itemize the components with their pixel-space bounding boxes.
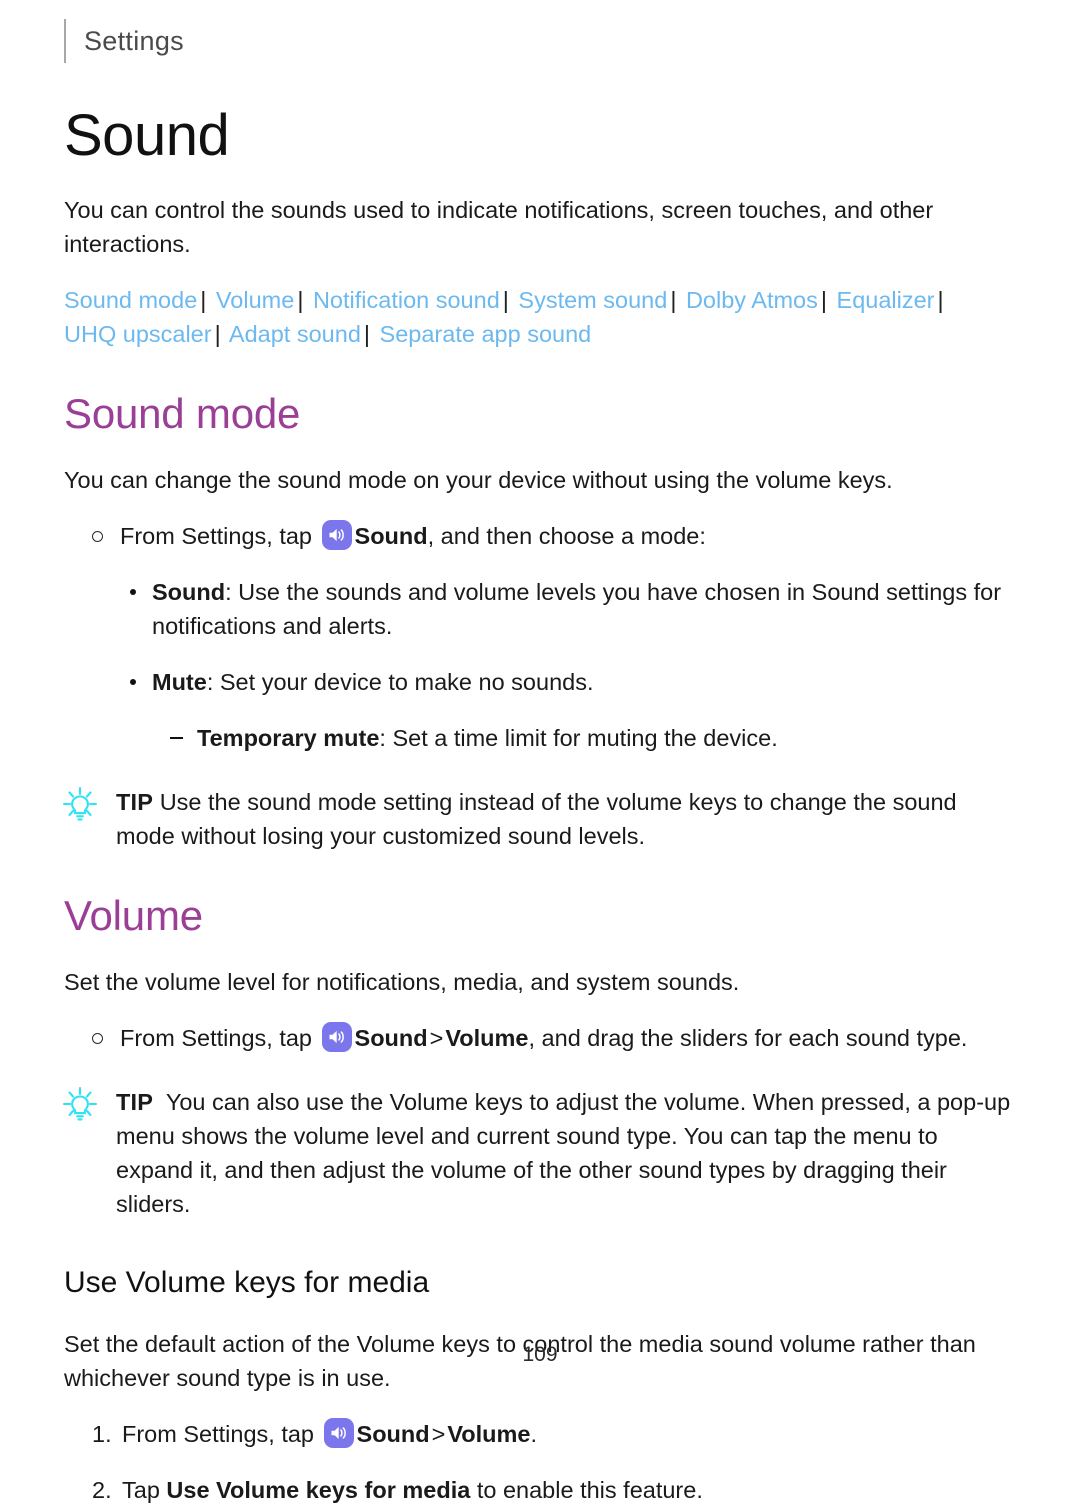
- document-page: Settings Sound You can control the sound…: [0, 0, 1080, 1503]
- step-number: 1.: [92, 1421, 112, 1448]
- sub-heading-use-volume-keys-for-media: Use Volume keys for media: [64, 1266, 430, 1300]
- option-text: Temporary mute: Set a time limit for mut…: [197, 721, 1016, 755]
- page-number: 109: [522, 1343, 558, 1366]
- step-from-settings-sound: From Settings, tap Sound, and then choos…: [92, 519, 1016, 553]
- option-description: : Set a time limit for muting the device…: [379, 725, 778, 752]
- hollow-bullet-icon: [92, 1033, 103, 1045]
- dot-bullet-icon: [130, 589, 136, 596]
- tip-volume: TIP You can also use the Volume keys to …: [62, 1085, 1016, 1221]
- step-text: From Settings, tap Sound, and then choos…: [120, 519, 1016, 553]
- option-description: : Use the sounds and volume levels you h…: [152, 579, 1002, 640]
- link-notification-sound[interactable]: Notification sound: [313, 287, 500, 313]
- option-sound: Sound: Use the sounds and volume levels …: [130, 575, 1016, 643]
- step-text: Tap Use Volume keys for media to enable …: [122, 1473, 1016, 1507]
- link-separator: |: [363, 320, 371, 347]
- step-suffix: .: [530, 1421, 538, 1448]
- dot-bullet-icon: [130, 679, 136, 686]
- sound-icon[interactable]: [321, 520, 352, 551]
- link-separator: |: [670, 286, 677, 313]
- header-divider-rule: [64, 19, 66, 63]
- option-text: Sound: Use the sounds and volume levels …: [152, 575, 1016, 643]
- tip-text: TIP You can also use the Volume keys to …: [116, 1085, 1016, 1221]
- link-separator: |: [820, 286, 827, 313]
- link-dolby-atmos[interactable]: Dolby Atmos: [686, 287, 818, 313]
- link-separator: |: [200, 286, 207, 313]
- step-bold-sound: Sound: [354, 523, 428, 550]
- link-equalizer[interactable]: Equalizer: [837, 287, 935, 313]
- numbered-step-1: 1. From Settings, tap Sound>Volume.: [92, 1417, 1016, 1451]
- running-header: Settings: [64, 0, 1016, 68]
- step-bold-sound: Sound: [354, 1025, 428, 1052]
- tip-body: You can also use the Volume keys to adju…: [116, 1089, 1011, 1218]
- step-bold-volume: Volume: [445, 1025, 529, 1052]
- option-label-temporary-mute: Temporary mute: [197, 725, 380, 752]
- page-title: Sound: [64, 103, 230, 168]
- intro-paragraph: You can control the sounds used to indic…: [64, 196, 934, 257]
- sound-icon[interactable]: [323, 1418, 354, 1449]
- step-bold-volume: Volume: [447, 1421, 531, 1448]
- section-links-row: Sound mode | Volume | Notification sound | …: [64, 283, 1009, 351]
- tip-sound-mode: TIP Use the sound mode setting instead o…: [62, 785, 1016, 853]
- option-temporary-mute: Temporary mute: Set a time limit for mut…: [170, 721, 1016, 755]
- section-heading-sound-mode: Sound mode: [64, 389, 301, 437]
- tip-label: TIP: [116, 789, 154, 816]
- step-bold-sound: Sound: [356, 1421, 430, 1448]
- link-separator: |: [214, 320, 221, 347]
- chevron-separator: >: [429, 1025, 444, 1052]
- step-text: From Settings, tap Sound>Volume.: [122, 1417, 1016, 1451]
- step-prefix: Tap: [122, 1477, 160, 1504]
- tip-label: TIP: [116, 1089, 154, 1116]
- option-text: Mute: Set your device to make no sounds.: [152, 665, 1016, 699]
- hollow-bullet-icon: [92, 531, 103, 543]
- numbered-step-2: 2. Tap Use Volume keys for media to enab…: [92, 1473, 1016, 1507]
- step-prefix: From Settings, tap: [122, 1421, 314, 1448]
- option-mute: Mute: Set your device to make no sounds.: [130, 665, 1016, 699]
- link-uhq-upscaler[interactable]: UHQ upscaler: [64, 321, 212, 347]
- volume-intro: Set the volume level for notifications, …: [64, 969, 740, 996]
- chevron-separator: >: [431, 1421, 446, 1448]
- link-separator: |: [297, 286, 304, 313]
- dash-bullet-icon: [170, 737, 183, 740]
- link-separate-app-sound[interactable]: Separate app sound: [380, 321, 592, 347]
- step-number: 2.: [92, 1477, 112, 1504]
- link-separator: |: [502, 286, 509, 313]
- link-adapt-sound[interactable]: Adapt sound: [229, 321, 361, 347]
- sound-icon[interactable]: [321, 1022, 352, 1053]
- step-text: From Settings, tap Sound>Volume, and dra…: [120, 1021, 1016, 1055]
- step-suffix: to enable this feature.: [470, 1477, 703, 1504]
- header-label: Settings: [84, 25, 184, 56]
- option-label-sound: Sound: [152, 579, 226, 606]
- step-prefix: From Settings, tap: [120, 1025, 312, 1052]
- option-description: : Set your device to make no sounds.: [206, 669, 594, 696]
- tip-body: Use the sound mode setting instead of th…: [116, 789, 957, 850]
- step-suffix: , and drag the sliders for each sound ty…: [528, 1025, 968, 1052]
- link-system-sound[interactable]: System sound: [518, 287, 667, 313]
- step-from-settings-volume: From Settings, tap Sound>Volume, and dra…: [92, 1021, 1016, 1055]
- lightbulb-icon: [58, 1083, 102, 1127]
- step-bold-use-volume-keys: Use Volume keys for media: [166, 1477, 471, 1504]
- tip-text: TIP Use the sound mode setting instead o…: [116, 785, 1016, 853]
- step-prefix: From Settings, tap: [120, 523, 312, 550]
- link-sound-mode[interactable]: Sound mode: [64, 287, 197, 313]
- link-separator: |: [937, 286, 944, 313]
- option-label-mute: Mute: [152, 669, 207, 696]
- link-volume[interactable]: Volume: [216, 287, 294, 313]
- sound-mode-intro: You can change the sound mode on your de…: [64, 467, 893, 494]
- section-heading-volume: Volume: [64, 892, 203, 940]
- lightbulb-icon: [58, 783, 102, 827]
- step-suffix: , and then choose a mode:: [427, 523, 706, 550]
